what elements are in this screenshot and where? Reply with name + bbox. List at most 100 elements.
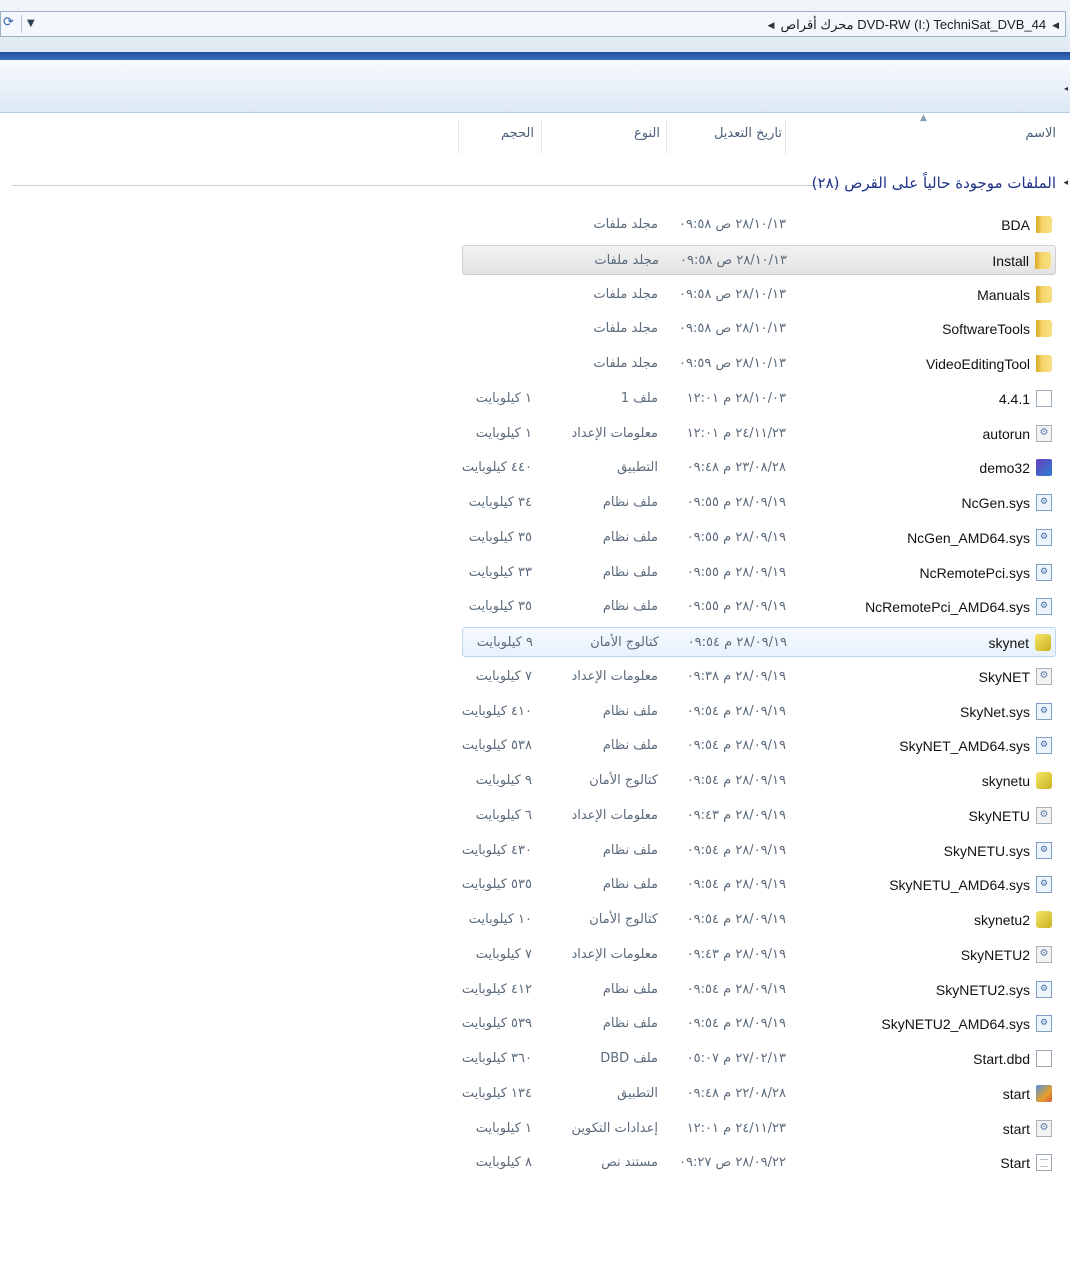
file-date-modified: ٢٨/١٠/١٣ ص ٠٩:٥٨ — [680, 252, 787, 268]
file-row[interactable]: demo32 ٢٣/٠٨/٢٨ م ٠٩:٤٨ التطبيق ٤٤٠ كيلوباي… — [462, 453, 1056, 483]
column-divider[interactable] — [785, 120, 786, 154]
file-row[interactable]: skynetu2 ٢٨/٠٩/١٩ م ٠٩:٥٤ كتالوج الأمان ١٠ … — [462, 905, 1056, 935]
file-row[interactable]: Install ٢٨/١٠/١٣ ص ٠٩:٥٨ مجلد ملفات — [462, 244, 1056, 275]
system-file-icon: ⚙ — [1036, 841, 1052, 859]
file-type: ملف نظام — [602, 738, 658, 754]
file-name: skynetu — [981, 773, 1030, 789]
file-name: SkyNET_AMD64.sys — [899, 738, 1030, 755]
file-row[interactable]: start ٢٢/٠٨/٢٨ م ٠٩:٤٨ التطبيق ١٣٤ كيلوبايت — [462, 1079, 1056, 1109]
column-header-name[interactable]: الاسم — [780, 112, 1070, 157]
column-header-type-label: النوع — [634, 126, 660, 141]
file-icon — [1036, 389, 1052, 407]
breadcrumb: ◀ محرك أقراص DVD-RW (I:) TechniSat_DVB_4… — [768, 16, 1059, 34]
setup-info-icon: ⚙ — [1036, 945, 1052, 963]
file-row[interactable]: ⚙ autorun ٢٤/١١/٢٣ م ١٢:٠١ معلومات الإعداد ١… — [462, 419, 1056, 449]
file-date-modified: ٢٨/١٠/١٣ ص ٠٩:٥٨ — [679, 321, 786, 337]
file-date-modified: ٢٣/٠٨/٢٨ م ٠٩:٤٨ — [686, 460, 786, 476]
file-type: مجلد ملفات — [593, 217, 658, 232]
file-name: NcRemotePci_AMD64.sys — [865, 599, 1030, 616]
column-header-size-label: الحجم — [500, 126, 534, 141]
file-date-modified: ٢٨/٠٩/١٩ م ٠٩:٥٤ — [686, 842, 786, 858]
file-name: SkyNETU_AMD64.sys — [889, 877, 1030, 894]
file-row[interactable]: ⚙ SkyNETU2_AMD64.sys ٢٨/٠٩/١٩ م ٠٩:٥٤ ملف ن… — [462, 1009, 1056, 1039]
file-row[interactable]: ⚙ NcRemotePci.sys ٢٨/٠٩/١٩ م ٠٩:٥٥ ملف نظام… — [462, 558, 1056, 588]
column-divider[interactable] — [458, 120, 459, 154]
column-divider[interactable] — [541, 120, 542, 154]
file-date-modified: ٢٨/٠٩/١٩ م ٠٩:٣٨ — [686, 668, 786, 684]
file-date-modified: ٢٨/١٠/٠٣ م ١٢:٠١ — [686, 390, 786, 406]
breadcrumb-root-arrow-icon[interactable]: ◀ — [1052, 20, 1059, 31]
file-row[interactable]: ⚙ SkyNet.sys ٢٨/٠٩/١٩ م ٠٩:٥٤ ملف نظام ٤١٠ ك… — [462, 697, 1056, 727]
file-type: مجلد ملفات — [593, 356, 658, 371]
address-bar: ⟳ ▼ ◀ محرك أقراص DVD-RW (I:) TechniSat_D… — [0, 0, 1070, 53]
file-name: demo32 — [979, 460, 1030, 477]
file-date-modified: ٢٨/٠٩/١٩ م ٠٩:٥٥ — [686, 529, 786, 545]
file-type: ملف نظام — [602, 842, 658, 858]
file-row[interactable]: ⚙ SkyNET_AMD64.sys ٢٨/٠٩/١٩ م ٠٩:٥٤ ملف نظا… — [462, 731, 1056, 761]
security-catalog-icon — [1036, 911, 1052, 928]
file-date-modified: ٢٨/٠٩/١٩ م ٠٩:٥٤ — [686, 912, 786, 927]
column-header-type[interactable]: النوع — [560, 112, 664, 157]
address-history-dropdown-icon[interactable]: ▼ — [27, 16, 41, 32]
file-row[interactable]: ⚙ NcGen_AMD64.sys ٢٨/٠٩/١٩ م ٠٩:٥٥ ملف نظام… — [462, 523, 1056, 553]
file-row[interactable]: ⚙ start ٢٤/١١/٢٣ م ١٢:٠١ إعدادات التكوين ١ ك… — [462, 1114, 1056, 1144]
file-name: NcGen.sys — [961, 495, 1030, 511]
file-date-modified: ٢٨/١٠/١٣ ص ٠٩:٥٩ — [679, 356, 786, 371]
breadcrumb-item-drive[interactable]: محرك أقراص DVD-RW (I:) TechniSat_DVB_44 — [780, 17, 1046, 33]
file-date-modified: ٢٨/٠٩/١٩ م ٠٩:٥٥ — [686, 495, 786, 510]
file-date-modified: ٢٨/٠٩/١٩ م ٠٩:٥٤ — [686, 1016, 786, 1032]
file-row[interactable]: BDA ٢٨/١٠/١٣ ص ٠٩:٥٨ مجلد ملفات — [462, 210, 1056, 240]
file-date-modified: ٢٨/٠٩/٢٢ ص ٠٩:٢٧ — [679, 1155, 786, 1171]
file-row[interactable]: SoftwareTools ٢٨/١٠/١٣ ص ٠٩:٥٨ مجلد ملفات — [462, 314, 1056, 344]
file-name: skynet — [988, 635, 1029, 651]
file-row[interactable]: Manuals ٢٨/١٠/١٣ ص ٠٩:٥٨ مجلد ملفات — [462, 280, 1056, 310]
file-size: ٤٣٠ كيلوبايت — [461, 842, 532, 858]
file-row[interactable]: ⚙ SkyNETU ٢٨/٠٩/١٩ م ٠٩:٤٣ معلومات الإعداد ٦… — [462, 801, 1056, 831]
address-field[interactable]: ⟳ ▼ ◀ محرك أقراص DVD-RW (I:) TechniSat_D… — [0, 11, 1066, 37]
refresh-icon[interactable]: ⟳ — [3, 15, 19, 31]
file-row[interactable]: ⚙ SkyNET ٢٨/٠٩/١٩ م ٠٩:٣٨ معلومات الإعداد ٧ … — [462, 662, 1056, 692]
file-row[interactable]: skynet ٢٨/٠٩/١٩ م ٠٩:٥٤ كتالوج الأمان ٩ كيل… — [462, 627, 1056, 657]
file-date-modified: ٢٤/١١/٢٣ م ١٢:٠١ — [686, 425, 786, 441]
file-type: معلومات الإعداد — [571, 425, 658, 441]
file-type: ملف نظام — [602, 495, 658, 510]
file-name: SkyNETU — [968, 807, 1030, 824]
column-divider[interactable] — [666, 120, 667, 154]
file-size: ١ كيلوبايت — [475, 1120, 532, 1136]
system-file-icon: ⚙ — [1036, 876, 1052, 894]
file-row[interactable]: ⚙ SkyNETU2.sys ٢٨/٠٩/١٩ م ٠٩:٥٤ ملف نظام ٤١٢… — [462, 975, 1056, 1005]
file-row[interactable]: ⚙ NcRemotePci_AMD64.sys ٢٨/٠٩/١٩ م ٠٩:٥٥ مل… — [462, 592, 1056, 622]
group-collapse-icon[interactable]: ◂ — [1063, 178, 1068, 188]
file-row[interactable]: ⚙ SkyNETU.sys ٢٨/٠٩/١٩ م ٠٩:٥٤ ملف نظام ٤٣٠ … — [462, 836, 1056, 866]
overflow-chevron-icon[interactable]: ◂ — [1064, 84, 1068, 93]
file-date-modified: ٢٢/٠٨/٢٨ م ٠٩:٤٨ — [686, 1085, 786, 1101]
file-type: معلومات الإعداد — [571, 946, 658, 962]
file-row[interactable]: ⚙ SkyNETU2 ٢٨/٠٩/١٩ م ٠٩:٤٣ معلومات الإعداد… — [462, 940, 1056, 970]
file-name: SkyNETU2_AMD64.sys — [881, 1016, 1030, 1033]
file-row[interactable]: Start ٢٨/٠٩/٢٢ ص ٠٩:٢٧ مستند نص ٨ كيلوبايت — [462, 1148, 1056, 1178]
file-name: SkyNet.sys — [959, 703, 1030, 720]
file-row[interactable]: skynetu ٢٨/٠٩/١٩ م ٠٩:٥٤ كتالوج الأمان ٩ كي… — [462, 766, 1056, 796]
file-date-modified: ٢٨/١٠/١٣ ص ٠٩:٥٨ — [679, 286, 786, 302]
file-row[interactable]: VideoEditingTool ٢٨/١٠/١٣ ص ٠٩:٥٩ مجلد ملف… — [462, 349, 1056, 379]
column-header-size[interactable]: الحجم — [462, 112, 540, 157]
file-row[interactable]: 4.4.1 ٢٨/١٠/٠٣ م ١٢:٠١ ملف 1 ١ كيلوبايت — [462, 384, 1056, 414]
file-size: ٨ كيلوبايت — [475, 1155, 532, 1171]
file-row[interactable]: Start.dbd ٢٧/٠٢/١٣ م ٠٥:٠٧ ملف DBD ٣٦٠ كيلو… — [462, 1044, 1056, 1074]
application-icon-2 — [1036, 1084, 1052, 1102]
system-file-icon: ⚙ — [1036, 598, 1052, 616]
file-size: ٣٤ كيلوبايت — [468, 495, 532, 510]
system-file-icon: ⚙ — [1036, 737, 1052, 755]
file-row[interactable]: ⚙ NcGen.sys ٢٨/٠٩/١٩ م ٠٩:٥٥ ملف نظام ٣٤ كيل… — [462, 488, 1056, 518]
column-header-date[interactable]: تاريخ التعديل — [666, 112, 784, 157]
file-type: مجلد ملفات — [593, 321, 658, 337]
system-file-icon: ⚙ — [1036, 980, 1052, 998]
file-name: SoftwareTools — [942, 321, 1030, 338]
group-header[interactable]: الملفات موجودة حالياً على القرص (٢٨) ◂ — [0, 172, 1070, 198]
file-type: ملف نظام — [602, 564, 658, 580]
file-name: SkyNETU.sys — [943, 842, 1030, 859]
breadcrumb-arrow-icon[interactable]: ◀ — [768, 20, 775, 31]
file-date-modified: ٢٨/٠٩/١٩ م ٠٩:٥٥ — [686, 599, 786, 615]
file-date-modified: ٢٨/٠٩/١٩ م ٠٩:٥٤ — [686, 738, 786, 754]
file-row[interactable]: ⚙ SkyNETU_AMD64.sys ٢٨/٠٩/١٩ م ٠٩:٥٤ ملف نظ… — [462, 870, 1056, 900]
